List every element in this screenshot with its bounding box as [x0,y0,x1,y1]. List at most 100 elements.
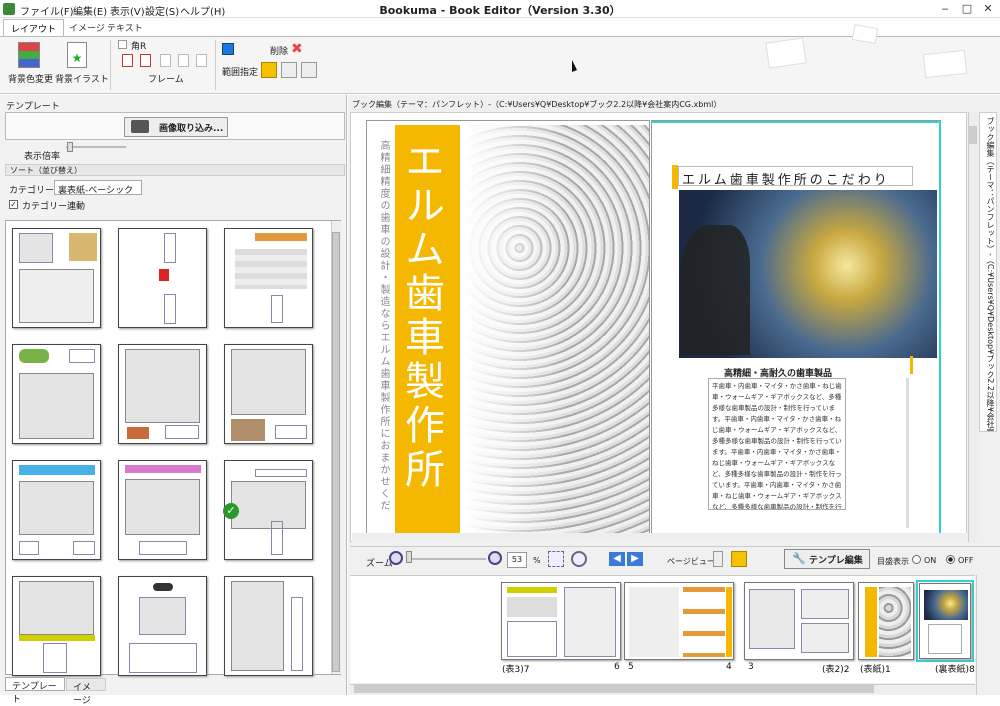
spread-thumbnail[interactable] [624,582,734,660]
corner-r-checkbox[interactable] [118,40,127,49]
bg-illust-label[interactable]: 背景イラスト [55,72,109,85]
menu-view[interactable]: 表示(V) [110,3,145,18]
guide-off-label: OFF [958,556,974,565]
guide-on-radio[interactable] [912,555,921,564]
box-body[interactable]: 平歯車・内歯車・マイタ・かさ歯車・ねじ歯車・ウォームギア・ギアボックスなど、多種… [708,378,846,510]
headline[interactable]: エルム歯車製作所のこだわり [678,166,913,186]
canvas-h-scrollbar[interactable] [352,533,967,542]
side-line [906,378,909,528]
selected-check-icon: ✓ [223,503,239,519]
template-thumbnail[interactable] [224,228,313,328]
actual-size-icon[interactable] [571,551,587,567]
menu-settings[interactable]: 設定(S) [145,3,179,18]
vertical-subtitle[interactable]: 高精細精度の歯車の設計・製造ならエルム歯車製作所におまかせください [379,140,391,518]
sort-label[interactable]: ソート（並び替え） [10,165,82,176]
zoom-slider-track[interactable] [66,146,126,148]
page-label: (表2)2 [822,665,850,675]
template-scrollbar-thumb[interactable] [332,232,340,672]
book-decoration-icon [922,49,968,79]
maximize-icon[interactable]: □ [959,2,975,16]
single-page-icon[interactable] [713,551,723,567]
ribbon-separator [215,40,216,90]
category-select[interactable]: 裏表紙-ベーシック [54,180,142,196]
tool-icon-3[interactable] [301,62,317,78]
category-link-label[interactable]: カテゴリー連動 [22,199,85,212]
zoom-out-icon[interactable] [389,551,403,565]
back-cover-thumbnail[interactable] [919,583,971,659]
template-thumbnail[interactable] [118,344,207,444]
spread-thumbnail[interactable] [744,582,854,660]
editor-zoom-thumb[interactable] [406,551,412,563]
bg-illust-icon[interactable]: ★ [67,42,87,68]
template-thumbnail[interactable] [118,576,207,676]
corner-r-label: 角R [131,42,147,52]
bg-color-label[interactable]: 背景色変更 [8,72,53,85]
guide-on-label: ON [924,556,937,565]
zoom-in-icon[interactable] [488,551,502,565]
tab-layout[interactable]: レイアウト [3,19,65,36]
category-link-checkbox[interactable]: ✓ [9,200,18,209]
frame-icon-5[interactable] [196,54,207,67]
page-label: (裏表紙)8 [935,665,975,675]
tab-images[interactable]: イメージ [66,678,106,706]
template-thumbnail[interactable] [224,344,313,444]
template-thumbnail[interactable] [12,344,101,444]
tab-templates[interactable]: テンプレート [5,677,65,705]
menu-edit[interactable]: 編集(E) [73,3,107,18]
tab-text[interactable]: テキスト [100,19,150,36]
editor-zoom-track[interactable] [406,558,486,560]
range-select-icon[interactable] [222,43,234,55]
ribbon-tabs [0,18,1000,36]
template-thumbnail[interactable] [118,228,207,328]
mouse-cursor-icon [572,60,577,72]
gear-image-fade [464,125,649,535]
template-thumbnail[interactable] [118,460,207,560]
page-strip-scroll-thumb[interactable] [354,685,874,693]
frame-icon-4[interactable] [178,54,189,67]
wrench-icon: 🔧 [792,552,806,565]
book-decoration-icon [765,37,807,69]
guide-label: 目盛表示 [877,557,909,566]
template-thumbnail[interactable] [12,228,101,328]
person-silhouette [680,225,750,355]
next-page-icon[interactable]: ▶ [627,552,643,566]
prev-page-icon[interactable]: ◀ [609,552,625,566]
accent-bar [910,356,913,374]
template-thumbnail[interactable] [12,460,101,560]
template-thumbnail[interactable] [12,576,101,676]
page-strip-side [976,575,1000,695]
menu-help[interactable]: ヘルプ(H) [180,3,225,18]
select-tool-icon[interactable] [261,62,277,78]
zoom-label: 表示倍率 [24,152,61,162]
ribbon-separator [110,40,111,90]
bg-color-icon[interactable] [18,42,40,68]
fit-page-icon[interactable] [548,551,564,567]
frame-icon-1[interactable] [122,54,133,67]
spread-thumbnail[interactable] [501,582,621,660]
close-icon[interactable]: ✕ [980,2,996,16]
menu-file[interactable]: ファイル(F) [20,3,74,18]
page-view-label: ページビュー [667,557,715,566]
editor-side-tab[interactable]: ブック編集（テーマ：パンフレット）-（C:¥Users¥Q¥Desktop¥ブッ… [979,112,997,432]
cover-thumbnail[interactable] [858,582,914,660]
frame-icon-3[interactable] [160,54,171,67]
delete-icon[interactable]: ✖ [291,42,305,56]
canvas-scrollbar[interactable] [968,112,978,542]
zoom-slider-thumb[interactable] [67,142,73,152]
template-thumbnail[interactable] [224,576,313,676]
zoom-value-input[interactable]: 53 [507,552,527,568]
vertical-title[interactable]: エルム歯車製作所 [405,140,450,520]
minimize-icon[interactable]: ‒ [937,2,953,16]
tool-icon-2[interactable] [281,62,297,78]
camera-icon [131,120,149,133]
page-label: (表紙)1 [860,665,891,675]
spread-view-icon[interactable] [731,551,747,567]
canvas-scrollbar-thumb[interactable] [969,126,977,144]
zoom-unit: % [533,556,541,565]
page-label: 4 [726,662,732,672]
range-select-label[interactable]: 範囲指定 [222,65,258,78]
page-label: 5 [628,662,634,672]
guide-off-radio[interactable] [946,555,955,564]
delete-label: 削除 [270,47,289,57]
frame-icon-2[interactable] [140,54,151,67]
